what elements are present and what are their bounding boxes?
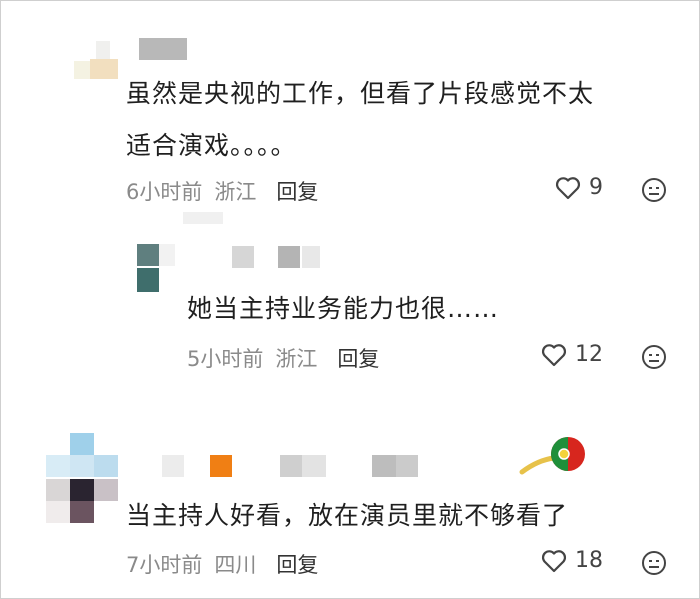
username-blurred[interactable] (162, 455, 422, 477)
location: 浙江 (214, 180, 257, 204)
heart-outline-icon (555, 176, 581, 199)
neutral-face-icon[interactable] (641, 344, 667, 370)
username-blurred[interactable] (139, 38, 187, 60)
timestamp: 7小时前 (126, 553, 203, 577)
like-button[interactable]: 12 (541, 342, 603, 367)
neutral-face-icon[interactable] (641, 550, 667, 576)
heart-outline-icon (541, 343, 567, 366)
comment-text-line2: 适合演戏。。。。 (126, 131, 297, 160)
comment-text-line1: 虽然是央视的工作，但看了片段感觉不太 (126, 79, 595, 108)
reply-button[interactable]: 回复 (337, 343, 379, 373)
reply-button[interactable]: 回复 (276, 549, 318, 579)
portugal-flag-badge-icon (519, 437, 585, 475)
like-count: 12 (575, 342, 603, 367)
username-blurred[interactable] (232, 246, 322, 268)
comment-meta: 6小时前 浙江 回复 (126, 176, 318, 206)
like-button[interactable]: 9 (555, 175, 603, 200)
location: 浙江 (275, 347, 318, 371)
comment-meta: 5小时前 浙江 回复 (187, 343, 379, 373)
like-count: 9 (589, 175, 603, 200)
avatar[interactable] (137, 244, 177, 294)
neutral-face-icon[interactable] (641, 177, 667, 203)
avatar[interactable] (68, 35, 120, 87)
timestamp: 6小时前 (126, 180, 203, 204)
location: 四川 (214, 553, 257, 577)
heart-outline-icon (541, 549, 567, 572)
timestamp: 5小时前 (187, 347, 264, 371)
like-button[interactable]: 18 (541, 548, 603, 573)
comment-text-line1: 当主持人好看，放在演员里就不够看了 (126, 501, 569, 530)
blur-artifact (183, 212, 223, 224)
reply-button[interactable]: 回复 (276, 176, 318, 206)
like-count: 18 (575, 548, 603, 573)
avatar[interactable] (46, 433, 118, 525)
comment-meta: 7小时前 四川 回复 (126, 549, 318, 579)
comment-text-line1: 她当主持业务能力也很…… (187, 294, 500, 323)
